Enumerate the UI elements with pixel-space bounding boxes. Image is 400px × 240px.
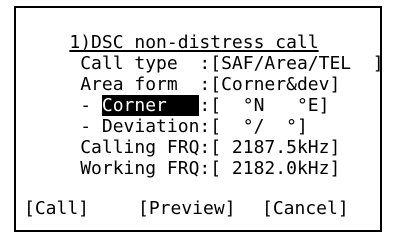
preview-button[interactable]: [Preview] [138,198,236,220]
deviation-row[interactable]: - Deviation:[ °/ °] [26,94,308,137]
call-type-row[interactable]: Call type :[SAF/Area/TEL ] [26,31,383,74]
working-frq-row[interactable]: Working FRQ:[ 2182.0kHz] [26,136,340,179]
dsc-screen: 1)DSC non-distress call Call type :[SAF/… [0,0,400,240]
calling-frq-row[interactable]: Calling FRQ:[ 2187.5kHz] [26,115,340,158]
call-button[interactable]: [Call] [24,198,89,220]
working-frq-label: Working FRQ [69,158,200,179]
cancel-button[interactable]: [Cancel] [262,198,349,220]
working-frq-separator: : [199,158,211,179]
area-form-row[interactable]: Area form :[Corner&dev] [26,52,340,95]
corner-row[interactable]: - Corner :[ °N °E] [26,73,329,116]
working-frq-value[interactable]: [ 2182.0kHz] [210,158,340,179]
page-title: 1)DSC non-distress call [69,32,319,53]
